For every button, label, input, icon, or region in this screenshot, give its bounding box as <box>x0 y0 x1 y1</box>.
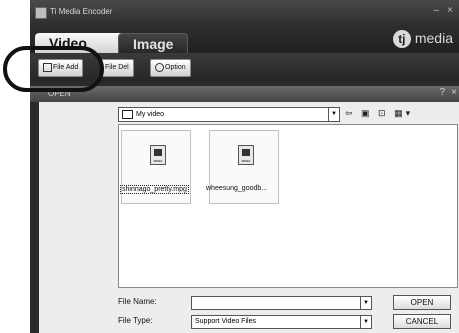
brand-logo: tj media <box>392 30 453 49</box>
help-button[interactable]: ? <box>439 87 445 98</box>
chevron-down-icon[interactable]: ▼ <box>328 108 339 121</box>
file-list[interactable]: MPEG shinnago_pretty.mpg MPEG wheesung_g… <box>118 124 458 288</box>
file-item[interactable]: MPEG <box>209 130 279 204</box>
option-button[interactable]: Option <box>150 59 191 77</box>
open-dialog-titlebar: OPEN ? × <box>30 86 459 102</box>
file-name-label[interactable]: wheesung_goodb... <box>206 185 267 192</box>
folder-path-combo[interactable]: My video ▼ <box>118 107 340 122</box>
file-type-select[interactable]: Support Video Files ▼ <box>191 315 372 329</box>
file-del-label: File Del <box>105 64 129 71</box>
brand-name: media <box>414 30 453 46</box>
tab-image[interactable]: Image <box>118 33 189 54</box>
navigation-icons[interactable]: ⇦ ▣ ⊡ ▦▾ <box>345 108 413 119</box>
app-icon <box>35 7 47 19</box>
chevron-down-icon[interactable]: ▼ <box>360 297 371 309</box>
file-name-field[interactable]: ▼ <box>191 296 372 310</box>
logo-icon: tj <box>392 30 411 49</box>
dialog-close-button[interactable]: × <box>451 87 457 98</box>
open-dialog: My video ▼ ⇦ ▣ ⊡ ▦▾ MPEG shinnago_pretty… <box>39 102 459 333</box>
file-del-button[interactable]: File Del <box>100 59 134 77</box>
option-label: Option <box>165 64 186 71</box>
window-title: Ti Media Encoder <box>50 7 113 16</box>
folder-icon <box>122 109 133 119</box>
file-type-value: Support Video Files <box>195 318 256 325</box>
minimize-button[interactable]: – <box>433 5 439 16</box>
annotation-circle <box>3 46 104 92</box>
folder-path: My video <box>136 111 165 118</box>
file-type-label-text: File Type: <box>118 316 153 325</box>
mpeg-file-icon: MPEG <box>150 145 166 165</box>
open-button[interactable]: OPEN <box>393 295 451 310</box>
cancel-button[interactable]: CANCEL <box>393 314 451 329</box>
title-bar: Ti Media Encoder – × <box>30 0 459 28</box>
chevron-down-icon[interactable]: ▼ <box>360 316 371 328</box>
file-name-label[interactable]: shinnago_pretty.mpg <box>120 185 189 194</box>
gear-icon <box>155 62 164 72</box>
close-button[interactable]: × <box>447 5 453 16</box>
mpeg-icon-label: MPEG <box>241 159 251 163</box>
mpeg-icon-label: MPEG <box>153 159 163 163</box>
file-name-label-text: File Name: <box>118 297 157 306</box>
mpeg-file-icon: MPEG <box>238 145 254 165</box>
